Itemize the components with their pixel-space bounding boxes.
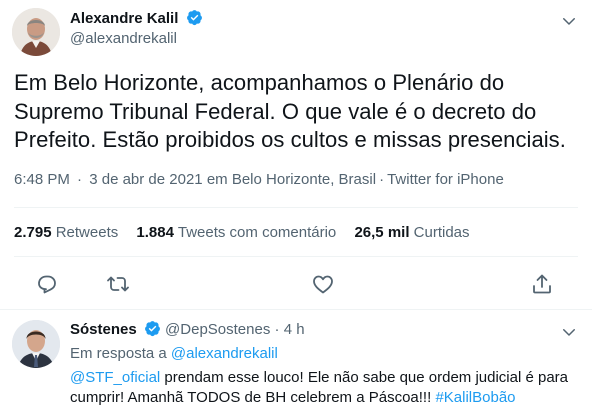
divider	[14, 207, 578, 208]
action-bar	[0, 272, 592, 296]
chevron-down-icon[interactable]	[560, 12, 578, 30]
author-name-text[interactable]: Alexandre Kalil	[70, 10, 178, 27]
reply-time[interactable]: 4 h	[284, 321, 305, 338]
reply-author-name[interactable]: Sóstenes	[70, 321, 137, 338]
likes-stat[interactable]: 26,5 mil Curtidas	[354, 224, 469, 241]
retweet-icon[interactable]	[106, 272, 130, 296]
reply-text: @STF_oficial prendam esse louco! Ele não…	[70, 368, 580, 408]
in-reply-to: Em resposta a @alexandrekalil	[70, 344, 580, 364]
tweet-stats: 2.795 Retweets 1.884 Tweets com comentár…	[14, 224, 484, 241]
author-name[interactable]: Alexandre Kalil	[70, 9, 203, 27]
reply-author-avatar[interactable]	[12, 320, 60, 368]
hashtag-link[interactable]: #KalilBobão	[435, 389, 515, 406]
like-icon[interactable]	[311, 272, 335, 296]
in-reply-to-handle-link[interactable]: @alexandrekalil	[171, 345, 278, 362]
quote-tweets-stat[interactable]: 1.884 Tweets com comentário	[136, 224, 336, 241]
retweets-stat[interactable]: 2.795 Retweets	[14, 224, 118, 241]
reply-separator: ·	[274, 321, 280, 338]
share-icon[interactable]	[530, 272, 554, 296]
tweet-meta: 6:48 PM · 3 de abr de 2021 em Belo Horiz…	[14, 171, 504, 188]
reply-icon[interactable]	[35, 272, 59, 296]
meta-separator: ·	[77, 171, 83, 188]
divider	[14, 256, 578, 257]
divider	[0, 309, 592, 310]
tweet-date[interactable]: 3 de abr de 2021	[89, 171, 202, 188]
tweet-text: Em Belo Horizonte, acompanhamos o Plenár…	[14, 70, 566, 152]
reply-tweet[interactable]: Sóstenes @DepSostenes · 4 h Em resposta …	[70, 320, 580, 408]
author-handle[interactable]: @alexandrekalil	[70, 30, 177, 47]
in-reply-to-prefix: Em resposta a	[70, 345, 167, 362]
verified-badge-icon	[186, 10, 202, 26]
tweet-time[interactable]: 6:48 PM	[14, 171, 70, 188]
reply-author-handle[interactable]: @DepSostenes	[165, 321, 270, 338]
mention-link[interactable]: @STF_oficial	[70, 369, 160, 386]
chevron-down-icon[interactable]	[560, 323, 578, 341]
tweet-location[interactable]: em Belo Horizonte, Brasil	[207, 171, 376, 188]
author-avatar[interactable]	[12, 8, 60, 56]
tweet-source[interactable]: Twitter for iPhone	[387, 171, 504, 188]
reply-header: Sóstenes @DepSostenes · 4 h	[70, 320, 580, 340]
verified-badge-icon	[144, 321, 160, 337]
meta-separator-2: ·	[379, 171, 385, 188]
